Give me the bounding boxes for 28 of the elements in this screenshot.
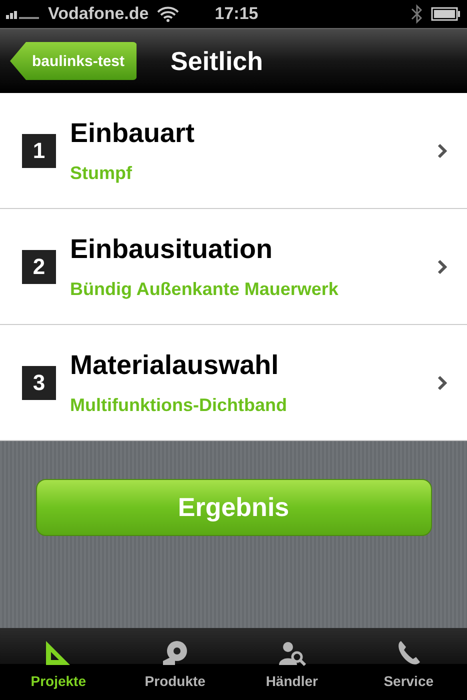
step-value: Bündig Außenkante Mauerwerk (70, 278, 340, 300)
screen-title: Seitlich (170, 46, 264, 76)
carrier-name: Vodafone.de (48, 4, 149, 24)
step-row[interactable]: 1 Einbauart Stumpf (0, 93, 467, 209)
battery-icon (431, 7, 461, 21)
step-row[interactable]: 2 Einbausituation Bündig Außenkante Mauerwerk (0, 209, 467, 325)
step-number: 2 (22, 250, 56, 284)
person-search-icon (278, 639, 306, 667)
step-value: Stumpf (70, 162, 133, 184)
chevron-icon (437, 374, 447, 390)
step-number: 3 (22, 366, 56, 400)
wifi-icon (156, 6, 179, 22)
bluetooth-icon (411, 4, 423, 24)
tab-bar-item[interactable]: Produkte (116, 628, 234, 700)
tab-bar-item[interactable]: Service (350, 628, 467, 700)
step-value: Multifunktions-Dichtband (70, 394, 288, 416)
step-title: Einbausituation (70, 234, 274, 264)
step-title: Einbauart (70, 118, 196, 148)
step-title: Materialauswahl (70, 350, 280, 380)
tab-bar-item[interactable]: Projekte (0, 628, 117, 700)
tape-roll-icon (161, 639, 190, 667)
tab-bar-item[interactable]: Händler (234, 628, 350, 700)
status-time: 17:15 (214, 4, 258, 24)
signal-icon (6, 9, 40, 19)
step-row[interactable]: 3 Materialauswahl Multifunktions-Dichtband (0, 325, 467, 441)
chevron-icon (437, 142, 447, 158)
chevron-icon (437, 258, 447, 274)
step-number: 1 (22, 134, 56, 168)
